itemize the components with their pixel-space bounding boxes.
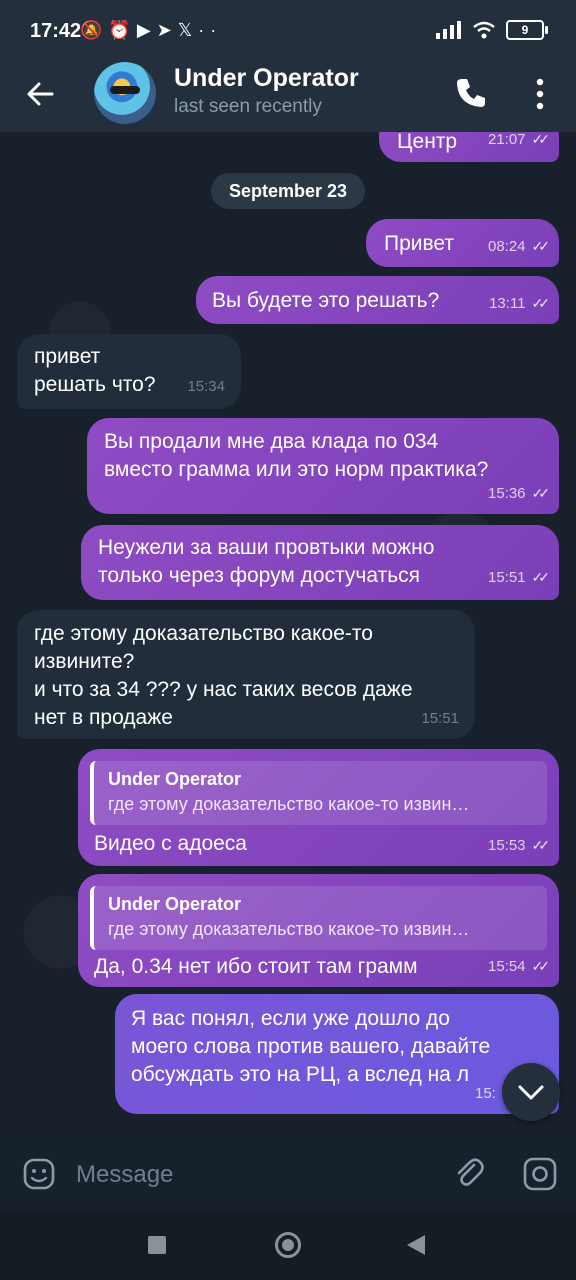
read-checkmarks-icon: ✓✓ (531, 569, 551, 585)
message-text-line: Вы продали мне два клада по 034 (104, 430, 439, 453)
message-input-bar (0, 1138, 576, 1210)
message-time: 15:54 (487, 958, 526, 975)
read-checkmarks-icon: ✓✓ (531, 958, 551, 974)
status-bar: 17:42 🔕⏰▶➤𝕏·· 9 (0, 0, 576, 62)
chevron-down-icon (518, 1085, 544, 1100)
message-time: 13:11 (489, 295, 526, 312)
message-meta: 21:07 ✓✓ (487, 132, 551, 154)
youtube-icon: ▶ (136, 20, 157, 40)
message-text-line: Неужели за ваши провтыки можно (98, 536, 435, 559)
system-navigation-bar (0, 1210, 576, 1280)
message-text-line: привет (34, 345, 101, 368)
wifi-icon (473, 21, 495, 39)
chat-messages-area[interactable]: Центр 21:07 ✓✓ September 23 Привет 08:24 ✓… (0, 132, 576, 1138)
message-text-line: извините? (34, 650, 135, 673)
camera-icon[interactable] (522, 1156, 558, 1192)
nav-back-icon[interactable] (407, 1235, 425, 1255)
message-bubble-outgoing[interactable]: Under Operator где этому доказательство … (78, 874, 559, 987)
message-bubble-outgoing[interactable]: Under Operator где этому доказательство … (78, 749, 559, 866)
message-bubble-outgoing[interactable]: Неужели за ваши провтыки можно только че… (81, 525, 559, 600)
signal-icon (436, 21, 461, 39)
read-checkmarks-icon: ✓✓ (531, 132, 551, 147)
message-meta: 15:54 ✓✓ (487, 952, 551, 981)
reply-text: где этому доказательство какое-то извин… (108, 794, 470, 814)
message-meta: 08:24 ✓✓ (487, 232, 551, 261)
reply-author: Under Operator (108, 894, 242, 914)
message-text-line: моего слова против вашего, давайте (131, 1035, 491, 1058)
last-seen-status: last seen recently (174, 96, 322, 117)
reply-author: Under Operator (108, 769, 242, 789)
message-input[interactable] (74, 1154, 418, 1196)
message-time: 15:51 (421, 710, 459, 727)
message-text-line: где этому доказательство какое-то (34, 622, 373, 645)
message-time: 15: (475, 1085, 496, 1102)
message-meta: 15:53 ✓✓ (487, 831, 551, 860)
avatar[interactable] (94, 62, 156, 124)
message-text: Да, 0.34 нет ибо стоит там грамм (94, 955, 418, 978)
read-checkmarks-icon: ✓✓ (531, 238, 551, 254)
message-text-line: Я вас понял, если уже дошло до (131, 1007, 450, 1030)
message-time: 21:07 (487, 132, 526, 148)
back-arrow-icon[interactable] (24, 78, 56, 110)
reply-quote[interactable]: Under Operator где этому доказательство … (90, 886, 547, 950)
read-checkmarks-icon: ✓✓ (531, 837, 551, 853)
chat-title[interactable]: Under Operator (174, 64, 359, 93)
emoji-sticker-icon[interactable] (22, 1157, 56, 1191)
message-time: 15:34 (187, 378, 225, 395)
read-checkmarks-icon: ✓✓ (531, 485, 551, 501)
scroll-to-bottom-button[interactable] (502, 1063, 560, 1121)
message-bubble-outgoing[interactable]: Я вас понял, если уже дошло до моего сло… (115, 994, 559, 1114)
message-text: Центр (397, 132, 458, 153)
message-text-line: и что за 34 ??? у нас таких весов даже (34, 678, 413, 701)
x-icon: 𝕏 (177, 20, 199, 40)
status-notification-icons: 🔕⏰▶➤𝕏·· (80, 20, 222, 41)
message-time: 15:51 (487, 569, 526, 586)
message-text-line: нет в продаже (34, 706, 173, 729)
alarm-icon: ⏰ (108, 20, 137, 40)
more-dots-icon: ·· (198, 20, 223, 40)
message-bubble-outgoing[interactable]: Вы продали мне два клада по 034 вместо г… (87, 418, 559, 514)
reply-text: где этому доказательство какое-то извин… (108, 919, 470, 939)
home-icon[interactable] (275, 1232, 301, 1258)
recent-apps-icon[interactable] (148, 1236, 166, 1254)
message-time: 08:24 (487, 238, 526, 255)
message-meta: 15:36 ✓✓ (487, 479, 551, 508)
message-meta: 15:51 ✓✓ (487, 563, 551, 592)
read-checkmarks-icon: ✓✓ (531, 295, 551, 311)
paperclip-icon[interactable] (452, 1156, 486, 1190)
date-separator: September 23 (211, 173, 365, 209)
message-time: 15:36 (487, 485, 526, 502)
mute-icon: 🔕 (80, 20, 109, 40)
message-bubble-outgoing[interactable]: Вы будете это решать? 13:11 ✓✓ (196, 276, 559, 324)
message-time: 15:53 (487, 837, 526, 854)
message-bubble-incoming[interactable]: привет решать что? 15:34 (17, 334, 241, 409)
phone-call-icon[interactable] (454, 76, 488, 110)
message-bubble-outgoing[interactable]: Привет 08:24 ✓✓ (366, 219, 559, 267)
message-meta: 13:11 ✓✓ (489, 289, 551, 318)
status-time: 17:42 (30, 20, 82, 42)
message-bubble-incoming[interactable]: где этому доказательство какое-то извини… (17, 610, 475, 739)
message-text: Привет (384, 232, 455, 255)
reply-quote[interactable]: Under Operator где этому доказательство … (90, 761, 547, 825)
message-text: Вы будете это решать? (212, 289, 440, 312)
message-bubble-outgoing[interactable]: Центр 21:07 ✓✓ (379, 132, 559, 162)
chat-header: Under Operator last seen recently (0, 62, 576, 132)
more-vertical-icon[interactable] (528, 74, 552, 114)
message-text: Видео с адоеса (94, 832, 247, 855)
telegram-icon: ➤ (156, 20, 178, 40)
battery-icon: 9 (506, 20, 548, 40)
